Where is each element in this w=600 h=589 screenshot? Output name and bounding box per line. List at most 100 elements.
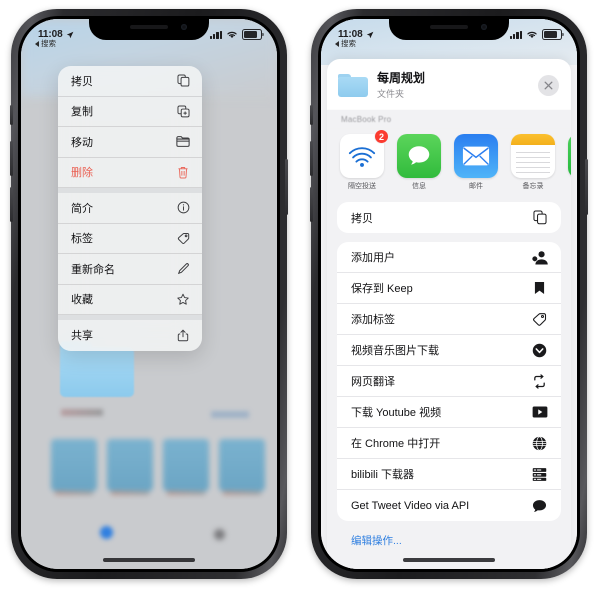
action-label: 下载 Youtube 视频: [351, 407, 442, 419]
refresh-icon: [531, 373, 548, 390]
left-iphone-device: 11:08 搜索 拷贝 复制 移动 删除 简介 标签 重新命名 收藏 共享: [10, 9, 288, 579]
right-phone-screen: 11:08 搜索 每周规划 文件夹 MacBook Pro 2 隔空投送 信息 …: [321, 19, 577, 569]
action-item-get-tweet-video[interactable]: Get Tweet Video via API: [337, 490, 561, 521]
action-item-copy[interactable]: 拷贝: [337, 202, 561, 233]
action-item-add-user[interactable]: 添加用户: [337, 242, 561, 273]
share-app-notes[interactable]: 备忘录: [511, 134, 555, 191]
back-to-search-link[interactable]: 搜索: [35, 38, 56, 49]
device-notch: [89, 16, 209, 40]
share-app-label: 备忘录: [522, 183, 544, 190]
action-item-media-download[interactable]: 视频音乐图片下载: [337, 335, 561, 366]
action-label: 视频音乐图片下载: [351, 345, 439, 357]
messages-icon: [397, 134, 441, 178]
action-item-open-in-chrome[interactable]: 在 Chrome 中打开: [337, 428, 561, 459]
volume-down-button[interactable]: [310, 187, 313, 222]
context-menu-label: 拷贝: [71, 75, 93, 88]
action-group-extensions: 添加用户 保存到 Keep 添加标签 视频音乐图片下载 网页翻译 下载 Yout…: [337, 242, 561, 521]
tag-icon: [531, 311, 548, 328]
earpiece-speaker: [130, 25, 168, 29]
edit-actions-link[interactable]: 编辑操作...: [327, 521, 571, 548]
context-menu-label: 共享: [71, 330, 93, 343]
volume-up-button[interactable]: [10, 141, 13, 176]
blurred-tab-icon[interactable]: [100, 526, 113, 539]
action-label: 添加标签: [351, 314, 395, 326]
share-app-wechat[interactable]: [568, 134, 571, 191]
back-chevron-icon: [335, 40, 339, 47]
context-menu-item-duplicate[interactable]: 复制: [58, 97, 202, 127]
pencil-icon: [176, 262, 190, 276]
blurred-tab-icon[interactable]: [214, 529, 225, 540]
context-menu-item-copy[interactable]: 拷贝: [58, 66, 202, 97]
back-chevron-icon: [35, 40, 39, 47]
action-label: 添加用户: [351, 252, 395, 264]
context-menu-label: 简介: [71, 202, 93, 215]
action-item-web-translate[interactable]: 网页翻译: [337, 366, 561, 397]
earpiece-speaker: [430, 25, 468, 29]
speech-bubble-icon: [531, 497, 548, 514]
power-button[interactable]: [285, 159, 288, 215]
blurred-thumbnail[interactable]: [219, 439, 265, 495]
tag-icon: [176, 231, 190, 245]
blurred-thumbnail-row: [51, 439, 265, 495]
action-item-save-to-keep[interactable]: 保存到 Keep: [337, 273, 561, 304]
add-user-icon: [531, 249, 548, 266]
context-menu-item-tags[interactable]: 标签: [58, 224, 202, 254]
front-camera: [481, 24, 487, 30]
share-app-messages[interactable]: 信息: [397, 134, 441, 191]
context-menu-item-move[interactable]: 移动: [58, 127, 202, 158]
context-menu-label: 复制: [71, 106, 93, 119]
wifi-icon: [527, 31, 537, 39]
share-icon: [176, 328, 190, 342]
context-menu-item-delete[interactable]: 删除: [58, 158, 202, 188]
action-label: 网页翻译: [351, 376, 395, 388]
context-menu-item-info[interactable]: 简介: [58, 193, 202, 224]
context-menu-item-favorite[interactable]: 收藏: [58, 285, 202, 315]
blurred-thumbnail[interactable]: [51, 439, 97, 495]
notes-icon: [511, 134, 555, 178]
wifi-icon: [227, 31, 237, 39]
blurred-thumbnail[interactable]: [107, 439, 153, 495]
action-label: bilibili 下载器: [351, 469, 414, 481]
download-circle-icon: [531, 342, 548, 359]
mute-switch[interactable]: [310, 105, 313, 125]
context-menu-item-share[interactable]: 共享: [58, 320, 202, 351]
blurred-text-label: [61, 409, 103, 416]
location-arrow-icon: [366, 31, 373, 38]
action-group-primary: 拷贝: [337, 202, 561, 233]
share-item-info: 每周规划 文件夹: [377, 71, 529, 100]
share-app-label: 信息: [412, 183, 426, 190]
action-item-download-youtube[interactable]: 下载 Youtube 视频: [337, 397, 561, 428]
context-menu-label: 收藏: [71, 294, 93, 307]
notification-badge: 2: [374, 129, 389, 144]
share-item-subtitle: 文件夹: [377, 89, 405, 99]
action-label: 在 Chrome 中打开: [351, 438, 441, 450]
blurred-thumbnail[interactable]: [163, 439, 209, 495]
close-icon[interactable]: [538, 75, 559, 96]
bookmark-icon: [531, 280, 548, 297]
action-label: 保存到 Keep: [351, 283, 413, 295]
folder-move-icon: [176, 135, 190, 149]
home-indicator[interactable]: [403, 558, 495, 562]
context-menu-item-rename[interactable]: 重新命名: [58, 254, 202, 285]
action-item-add-tag[interactable]: 添加标签: [337, 304, 561, 335]
action-item-bilibili-downloader[interactable]: bilibili 下载器: [337, 459, 561, 490]
volume-up-button[interactable]: [310, 141, 313, 176]
cellular-signal-icon: [209, 30, 222, 39]
server-list-icon: [531, 466, 548, 483]
left-phone-screen: 11:08 搜索 拷贝 复制 移动 删除 简介 标签 重新命名 收藏 共享: [21, 19, 277, 569]
volume-down-button[interactable]: [10, 187, 13, 222]
right-phone-bezel: 11:08 搜索 每周规划 文件夹 MacBook Pro 2 隔空投送 信息 …: [318, 16, 580, 572]
share-app-airdrop[interactable]: 2 隔空投送: [340, 129, 389, 191]
back-to-search-link[interactable]: 搜索: [335, 38, 356, 49]
power-button[interactable]: [585, 159, 588, 215]
mute-switch[interactable]: [10, 105, 13, 125]
home-indicator[interactable]: [103, 558, 195, 562]
share-sheet: 每周规划 文件夹 MacBook Pro 2 隔空投送 信息 邮件 备忘录 拷贝…: [327, 59, 571, 569]
right-iphone-device: 11:08 搜索 每周规划 文件夹 MacBook Pro 2 隔空投送 信息 …: [310, 9, 588, 579]
info-circle-icon: [176, 201, 190, 215]
context-menu: 拷贝 复制 移动 删除 简介 标签 重新命名 收藏 共享: [58, 66, 202, 351]
share-app-label: 隔空投送: [348, 183, 376, 190]
back-link-label: 搜索: [41, 39, 56, 48]
share-app-mail[interactable]: 邮件: [454, 134, 498, 191]
duplicate-icon: [176, 104, 190, 118]
